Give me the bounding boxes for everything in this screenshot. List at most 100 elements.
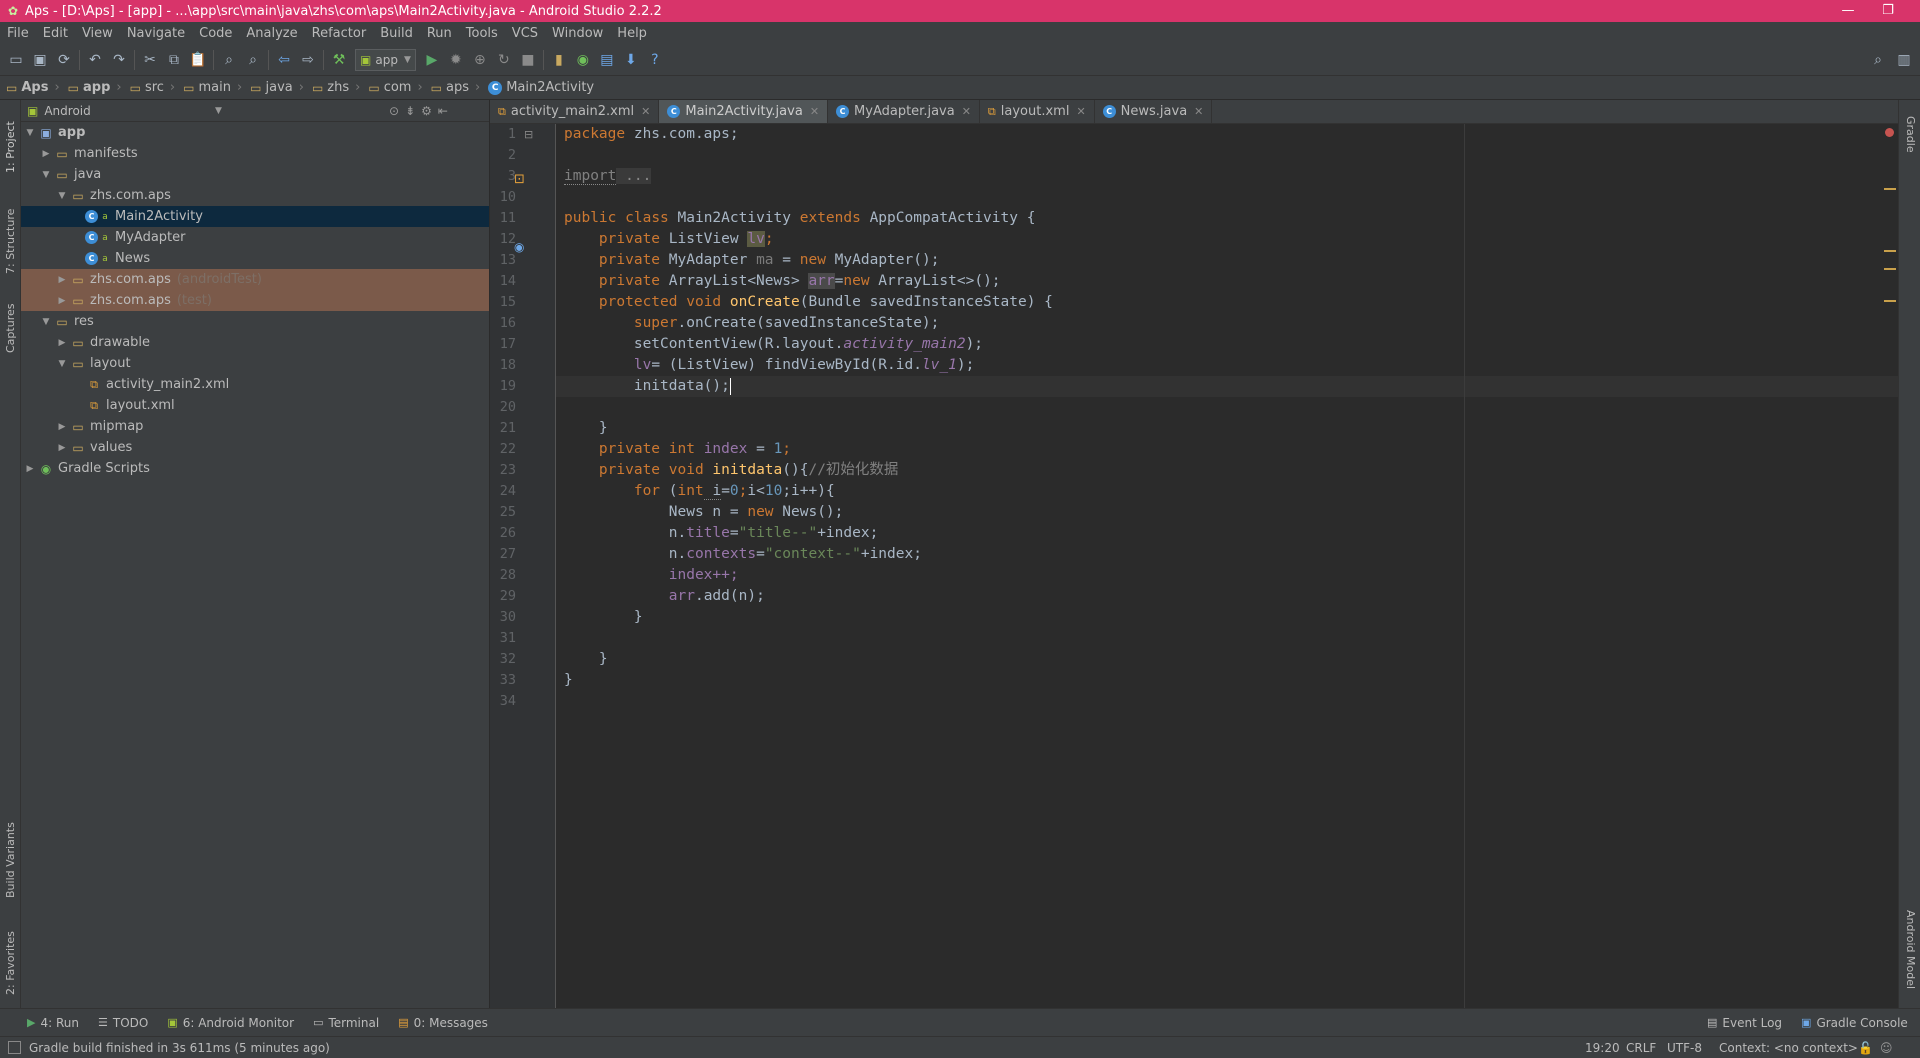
breadcrumb-item[interactable]: ▭ aps ›	[431, 80, 481, 95]
menu-item-analyze[interactable]: Analyze	[239, 26, 304, 41]
find-icon[interactable]: ⌕	[217, 48, 241, 72]
expand-arrow-icon[interactable]: ▼	[23, 128, 37, 138]
menu-item-tools[interactable]: Tools	[459, 26, 505, 41]
redo-icon[interactable]: ↷	[107, 48, 131, 72]
avd-manager-icon[interactable]: ▮	[547, 48, 571, 72]
target-icon[interactable]: ⊙	[389, 104, 399, 118]
file-encoding[interactable]: UTF-8	[1667, 1037, 1702, 1058]
save-all-icon[interactable]: ▣	[28, 48, 52, 72]
collapse-arrow-icon[interactable]: ▶	[55, 422, 69, 432]
close-tab-icon[interactable]: ✕	[1194, 105, 1203, 118]
undo-icon[interactable]: ↶	[83, 48, 107, 72]
tree-item[interactable]: ▶ ▭ zhs.com.aps (androidTest)	[21, 269, 489, 290]
menu-item-window[interactable]: Window	[545, 26, 610, 41]
replace-icon[interactable]: ⌕	[241, 48, 265, 72]
sdk-manager-icon[interactable]: ⬇	[619, 48, 643, 72]
apply-changes-icon[interactable]: ↻	[492, 48, 516, 72]
inspection-icon[interactable]: ☺	[1880, 1037, 1893, 1058]
warning-mark[interactable]	[1884, 268, 1896, 270]
tree-item[interactable]: ▶ ▭ manifests	[21, 143, 489, 164]
open-folder-icon[interactable]: ▭	[4, 48, 28, 72]
warning-mark[interactable]	[1884, 250, 1896, 252]
folded-imports[interactable]: ...	[616, 168, 652, 184]
collapse-arrow-icon[interactable]: ▶	[55, 338, 69, 348]
event-log-button[interactable]: ▤ Event Log	[1707, 1016, 1782, 1030]
paste-icon[interactable]: 📋	[186, 48, 210, 72]
hide-panel-icon[interactable]: ⇤	[438, 104, 448, 118]
tree-item[interactable]: ▶ ▭ drawable	[21, 332, 489, 353]
code-content[interactable]: package zhs.com.aps; import ... public c…	[564, 124, 1884, 1008]
breadcrumb-item[interactable]: C Main2Activity	[488, 80, 594, 95]
menu-item-file[interactable]: File	[0, 26, 36, 41]
close-tab-icon[interactable]: ✕	[810, 105, 819, 118]
editor-tab[interactable]: ⧉ layout.xml ✕	[980, 100, 1095, 123]
debug-icon[interactable]: ✹	[444, 48, 468, 72]
tab-gradle[interactable]: Gradle	[1899, 106, 1920, 162]
close-tab-icon[interactable]: ✕	[641, 105, 650, 118]
expand-arrow-icon[interactable]: ▼	[39, 317, 53, 327]
tab-favorites[interactable]: 2: Favorites	[0, 926, 21, 1000]
context-indicator[interactable]: Context: <no context>	[1719, 1037, 1858, 1058]
collapse-arrow-icon[interactable]: ▶	[55, 296, 69, 306]
tree-item[interactable]: ⧉ layout.xml	[21, 395, 489, 416]
sync-icon[interactable]: ⟳	[52, 48, 76, 72]
caret-position[interactable]: 19:20	[1585, 1037, 1620, 1058]
tree-item[interactable]: ▶ ◉ Gradle Scripts	[21, 458, 489, 479]
tab-project[interactable]: 1: Project	[0, 114, 21, 180]
bottom-tool-button[interactable]: ☰ TODO	[98, 1016, 148, 1030]
tab-android-model[interactable]: Android Model	[1899, 900, 1920, 1000]
tab-captures[interactable]: Captures	[0, 296, 21, 360]
breadcrumb-item[interactable]: ▭ java ›	[250, 80, 304, 95]
tree-item[interactable]: ▼ ▣ app	[21, 122, 489, 143]
menu-item-navigate[interactable]: Navigate	[120, 26, 192, 41]
warning-mark[interactable]	[1884, 188, 1896, 190]
gear-icon[interactable]: ⚙	[421, 104, 432, 118]
bottom-tool-button[interactable]: ▤ 0: Messages	[398, 1016, 488, 1030]
cut-icon[interactable]: ✂	[138, 48, 162, 72]
collapse-arrow-icon[interactable]: ▶	[23, 464, 37, 474]
breadcrumb-item[interactable]: ▭ app ›	[68, 80, 122, 95]
tree-item[interactable]: ▶ ▭ mipmap	[21, 416, 489, 437]
error-stripe[interactable]	[1884, 124, 1898, 1008]
breadcrumb-item[interactable]: ▭ com ›	[368, 80, 422, 95]
sync-gradle-icon[interactable]: ◉	[571, 48, 595, 72]
editor-tab[interactable]: C Main2Activity.java ✕	[659, 100, 829, 123]
menu-item-run[interactable]: Run	[420, 26, 459, 41]
menu-item-build[interactable]: Build	[373, 26, 420, 41]
project-structure-icon[interactable]: ▤	[595, 48, 619, 72]
editor-tab[interactable]: C News.java ✕	[1095, 100, 1213, 123]
lock-icon[interactable]: 🔓	[1858, 1037, 1873, 1058]
gradle-console-button[interactable]: ▣ Gradle Console	[1801, 1016, 1908, 1030]
tree-item[interactable]: ⧉ activity_main2.xml	[21, 374, 489, 395]
error-indicator-icon[interactable]	[1885, 128, 1894, 137]
chevron-down-icon[interactable]: ▼	[215, 106, 222, 116]
help-icon[interactable]: ?	[643, 48, 667, 72]
menu-item-view[interactable]: View	[75, 26, 120, 41]
breadcrumb-item[interactable]: ▭ zhs ›	[312, 80, 360, 95]
tree-item[interactable]: Ca MyAdapter	[21, 227, 489, 248]
warning-mark[interactable]	[1884, 300, 1896, 302]
close-tab-icon[interactable]: ✕	[962, 105, 971, 118]
collapse-arrow-icon[interactable]: ▶	[39, 149, 53, 159]
tab-structure[interactable]: 7: Structure	[0, 204, 21, 278]
restore-button[interactable]: ❐	[1868, 0, 1908, 22]
tree-item[interactable]: ▼ ▭ zhs.com.aps	[21, 185, 489, 206]
search-everywhere-icon[interactable]: ⌕	[1866, 48, 1890, 72]
tree-item[interactable]: ▶ ▭ values	[21, 437, 489, 458]
project-view-selector[interactable]: Android	[44, 104, 90, 118]
collapse-all-icon[interactable]: ⇟	[405, 104, 415, 118]
copy-icon[interactable]: ⧉	[162, 48, 186, 72]
editor-tab[interactable]: C MyAdapter.java ✕	[828, 100, 980, 123]
breadcrumb-item[interactable]: ▭ src ›	[130, 80, 176, 95]
collapse-arrow-icon[interactable]: ▶	[55, 443, 69, 453]
fold-icon[interactable]: ⊟	[524, 128, 533, 141]
tree-item[interactable]: ▼ ▭ java	[21, 164, 489, 185]
expand-arrow-icon[interactable]: ▼	[39, 170, 53, 180]
line-separator[interactable]: CRLF	[1626, 1037, 1656, 1058]
attach-debugger-icon[interactable]: ⊕	[468, 48, 492, 72]
breadcrumb-item[interactable]: ▭ Aps ›	[6, 80, 60, 95]
tree-item[interactable]: Ca Main2Activity	[21, 206, 489, 227]
minimize-button[interactable]: —	[1828, 0, 1868, 22]
back-icon[interactable]: ⇦	[272, 48, 296, 72]
toggle-tool-windows-icon[interactable]	[8, 1041, 21, 1054]
